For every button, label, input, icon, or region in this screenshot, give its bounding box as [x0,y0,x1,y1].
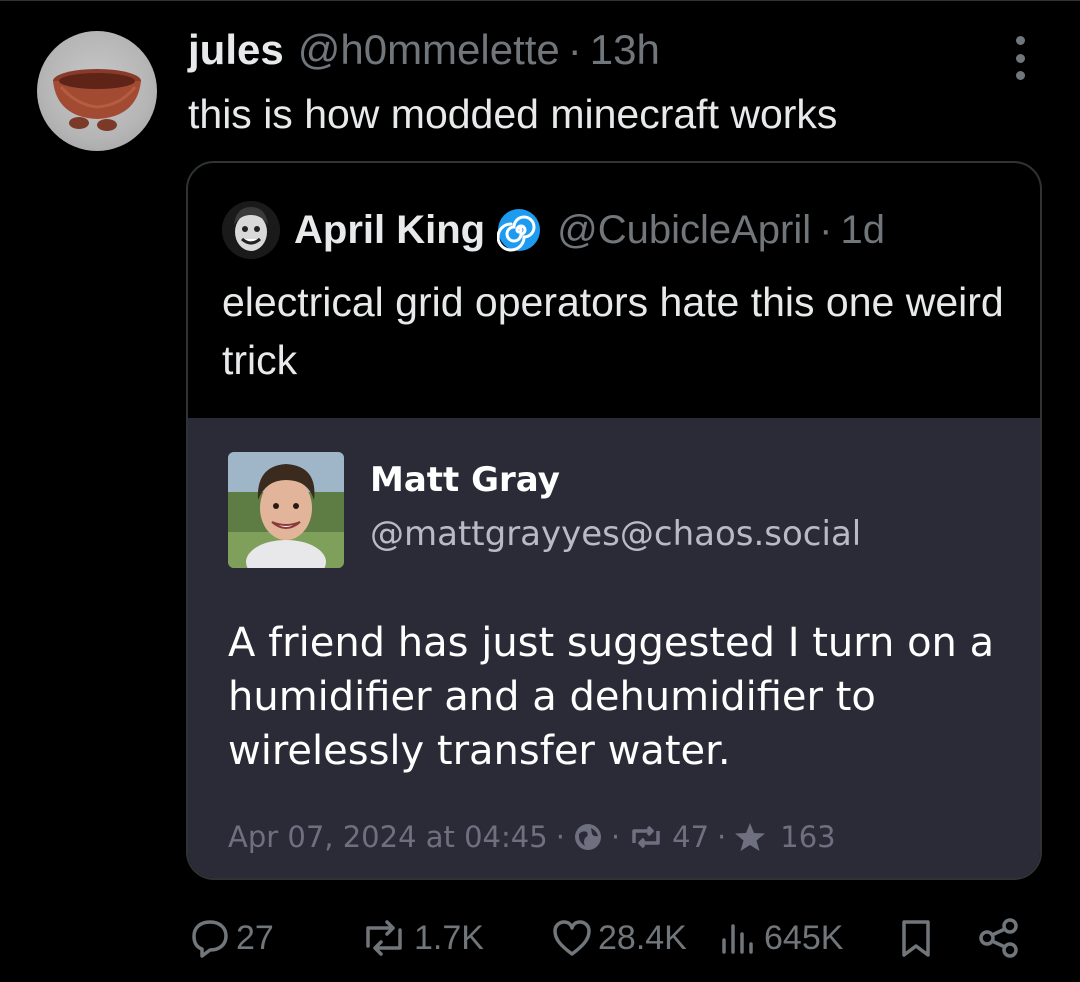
views-button[interactable]: 645K [716,908,843,968]
repost-button[interactable]: 1.7K [358,908,484,968]
embedded-author-name: Matt Gray [370,460,560,500]
tweet-time[interactable]: 13h [590,26,660,74]
share-icon [979,918,1018,958]
repost-icon [366,920,402,956]
separator-dot: · [555,820,565,854]
repost-count: 1.7K [414,918,484,957]
author-name[interactable]: jules [188,26,284,74]
separator-dot: · [610,820,621,854]
like-count: 28.4K [598,918,687,957]
star-icon [735,823,766,851]
quoted-author-handle[interactable]: @CubicleApril [557,208,811,253]
quoted-author-avatar[interactable] [222,201,280,259]
bowl-avatar-image [53,69,141,131]
author-avatar[interactable] [37,31,157,151]
face-avatar-image [222,201,280,259]
tweet-action-bar: 27 1.7K 28.4K 645K [0,908,1080,968]
quoted-tweet-card[interactable]: April King @CubicleApril · 1d electrical… [186,161,1042,880]
heart-icon [553,920,591,956]
bookmark-button[interactable] [896,908,940,968]
separator-dot: · [819,207,833,252]
tweet-header: jules @h0mmelette · 13h [188,26,660,78]
embedded-author-avatar [228,452,344,568]
bookmark-icon [902,920,930,957]
embedded-post-date: Apr 07, 2024 at 04:45 [228,820,548,854]
top-divider [0,0,1080,1]
separator-dot: · [717,820,727,854]
quoted-tweet-header: April King @CubicleApril · 1d [222,201,885,259]
analytics-icon [722,924,753,954]
reply-count: 27 [236,918,274,957]
embedded-boost-count: 47 [672,820,710,854]
author-handle[interactable]: @h0mmelette [298,26,560,74]
embedded-post-meta: Apr 07, 2024 at 04:45 · · 47 · 163 [228,816,836,858]
spiral-icon [497,209,541,252]
separator-dot: · [567,26,582,73]
view-count: 645K [764,918,844,957]
quoted-tweet-time[interactable]: 1d [840,208,885,253]
more-dot [1015,71,1025,80]
embedded-post-image[interactable]: Matt Gray @mattgrayyes@chaos.social A fr… [188,418,1040,878]
embedded-favourite-count: 163 [780,820,836,854]
embedded-author-handle: @mattgrayyes@chaos.social [370,514,862,554]
embedded-post-text: A friend has just suggested I turn on a … [228,620,995,774]
boost-icon [632,825,660,849]
more-dot [1015,36,1025,45]
more-vertical-icon[interactable] [1004,36,1036,80]
tweet-text: this is how modded minecraft works [188,91,838,137]
globe-icon [574,824,601,850]
more-dot [1015,53,1025,63]
reply-button[interactable]: 27 [188,908,274,968]
quoted-tweet-text: electrical grid operators hate this one … [222,279,1004,383]
like-button[interactable]: 28.4K [550,908,687,968]
tweet-page: jules @h0mmelette · 13h this is how modd… [0,0,1080,982]
person-photo-image [228,452,344,568]
share-button[interactable] [976,908,1026,968]
quoted-author-name[interactable]: April King [294,208,485,253]
reply-icon [192,920,228,958]
